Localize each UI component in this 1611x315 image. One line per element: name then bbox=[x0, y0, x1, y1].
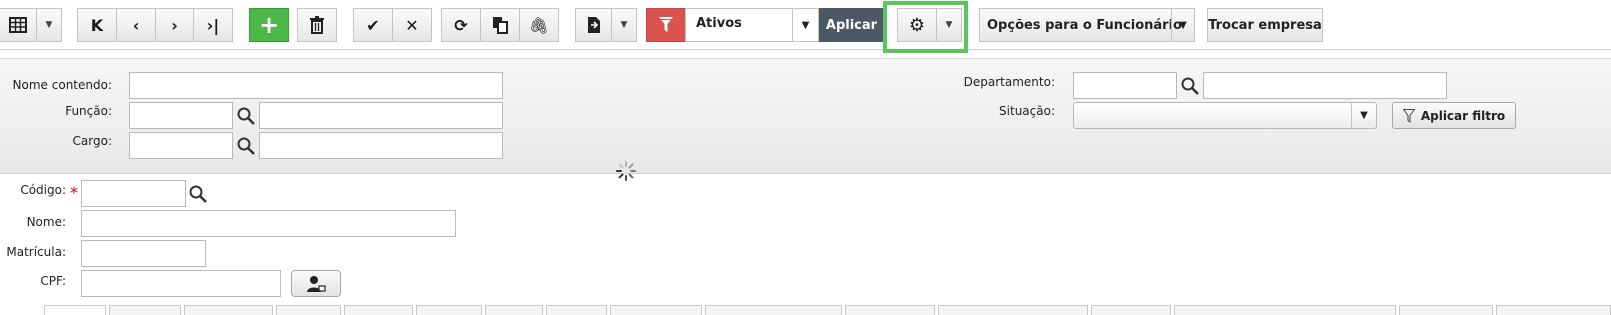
filter-toggle-button[interactable] bbox=[646, 8, 686, 42]
function-code-input[interactable] bbox=[129, 102, 233, 129]
tab[interactable] bbox=[44, 305, 106, 315]
settings-button[interactable]: ⚙ bbox=[897, 8, 937, 42]
funnel-icon bbox=[659, 17, 673, 32]
code-label: Código: bbox=[20, 183, 66, 197]
previous-record-button[interactable]: ‹ bbox=[116, 8, 156, 42]
registration-label: Matrícula: bbox=[6, 245, 66, 259]
status-select[interactable]: ▼ bbox=[1073, 102, 1377, 129]
department-code-input[interactable] bbox=[1073, 72, 1177, 99]
refresh-icon: ⟳ bbox=[454, 15, 468, 35]
tab[interactable] bbox=[546, 305, 607, 315]
tab[interactable] bbox=[109, 305, 181, 315]
filter-preset-caret[interactable]: ▼ bbox=[792, 9, 818, 41]
last-icon: ›| bbox=[206, 15, 220, 35]
delete-button[interactable] bbox=[297, 8, 337, 42]
department-filter-label: Departamento: bbox=[963, 75, 1055, 89]
report-dropdown[interactable]: ▼ bbox=[611, 8, 637, 42]
apply-button[interactable]: Aplicar bbox=[819, 8, 884, 42]
tab[interactable] bbox=[344, 305, 413, 315]
refresh-button[interactable]: ⟳ bbox=[441, 8, 481, 42]
cpf-input[interactable] bbox=[81, 270, 281, 297]
trash-icon bbox=[310, 16, 324, 34]
attach-button[interactable]: 🖇 bbox=[519, 8, 559, 42]
tab[interactable] bbox=[938, 305, 1088, 315]
function-description-input[interactable] bbox=[259, 102, 503, 129]
name-label: Nome: bbox=[26, 215, 66, 229]
last-record-button[interactable]: ›| bbox=[193, 8, 233, 42]
apply-label: Aplicar bbox=[825, 17, 878, 33]
employee-options-button[interactable]: Opções para o Funcionário ▼ bbox=[979, 8, 1195, 42]
name-filter-input[interactable] bbox=[129, 72, 503, 99]
tab[interactable] bbox=[845, 305, 935, 315]
function-search-icon[interactable] bbox=[236, 106, 256, 126]
position-search-icon[interactable] bbox=[236, 136, 256, 156]
department-search-icon[interactable] bbox=[1180, 76, 1200, 96]
cpf-lookup-button[interactable] bbox=[291, 270, 341, 297]
plus-icon: + bbox=[258, 11, 280, 39]
close-icon: ✕ bbox=[405, 15, 419, 35]
registration-input[interactable] bbox=[81, 240, 206, 267]
code-search-icon[interactable] bbox=[188, 184, 208, 204]
grid-icon bbox=[9, 17, 27, 33]
tab[interactable] bbox=[416, 305, 482, 315]
tab[interactable] bbox=[485, 305, 543, 315]
confirm-button[interactable]: ✔ bbox=[353, 8, 393, 42]
function-filter-label: Função: bbox=[65, 104, 112, 118]
apply-filter-button[interactable]: Aplicar filtro bbox=[1392, 102, 1516, 129]
status-select-caret[interactable]: ▼ bbox=[1351, 103, 1376, 128]
cancel-button[interactable]: ✕ bbox=[392, 8, 432, 42]
cpf-label: CPF: bbox=[40, 274, 66, 288]
status-filter-label: Situação: bbox=[999, 104, 1055, 118]
name-input[interactable] bbox=[81, 210, 456, 237]
tab[interactable] bbox=[1091, 305, 1171, 315]
document-export-icon bbox=[587, 17, 600, 33]
caret-down-icon: ▼ bbox=[945, 20, 953, 30]
chevron-left-icon: ‹ bbox=[132, 15, 140, 35]
tab[interactable] bbox=[1399, 305, 1493, 315]
funnel-outline-icon bbox=[1402, 108, 1415, 123]
settings-dropdown[interactable]: ▼ bbox=[936, 8, 962, 42]
position-filter-label: Cargo: bbox=[72, 134, 112, 148]
loading-spinner-icon bbox=[616, 161, 636, 181]
switch-company-button[interactable]: Trocar empresa bbox=[1207, 8, 1323, 42]
department-description-input[interactable] bbox=[1203, 72, 1447, 99]
position-code-input[interactable] bbox=[129, 132, 233, 159]
caret-down-icon: ▼ bbox=[620, 20, 628, 30]
tab[interactable] bbox=[1174, 305, 1396, 315]
first-record-button[interactable]: K bbox=[77, 8, 117, 42]
tab[interactable] bbox=[276, 305, 341, 315]
caret-down-icon: ▼ bbox=[45, 20, 53, 30]
grid-view-button[interactable] bbox=[0, 8, 37, 42]
filter-preset-value: Ativos bbox=[696, 16, 742, 31]
person-search-icon bbox=[307, 275, 326, 292]
report-button[interactable] bbox=[575, 8, 612, 42]
first-icon: K bbox=[90, 15, 104, 35]
filter-preset-select[interactable]: Ativos ▼ bbox=[685, 8, 819, 42]
required-indicator: * bbox=[70, 183, 78, 202]
next-record-button[interactable]: › bbox=[155, 8, 194, 42]
tab[interactable] bbox=[184, 305, 273, 315]
grid-view-dropdown[interactable]: ▼ bbox=[36, 8, 62, 42]
chevron-right-icon: › bbox=[171, 15, 178, 35]
check-icon: ✔ bbox=[366, 15, 380, 35]
position-description-input[interactable] bbox=[259, 132, 503, 159]
paperclip-icon: 🖇 bbox=[528, 15, 550, 35]
tab[interactable] bbox=[1496, 305, 1611, 315]
tab[interactable] bbox=[610, 305, 702, 315]
tab[interactable] bbox=[705, 305, 842, 315]
switch-company-label: Trocar empresa bbox=[1208, 17, 1322, 33]
apply-filter-label: Aplicar filtro bbox=[1420, 108, 1506, 123]
copy-icon bbox=[493, 17, 508, 34]
employee-options-label: Opções para o Funcionário bbox=[987, 18, 1182, 33]
code-input[interactable] bbox=[81, 180, 186, 207]
copy-button[interactable] bbox=[480, 8, 520, 42]
employee-options-caret[interactable]: ▼ bbox=[1171, 9, 1194, 41]
add-button[interactable]: + bbox=[249, 8, 289, 42]
gear-icon: ⚙ bbox=[908, 14, 926, 36]
name-filter-label: Nome contendo: bbox=[12, 78, 112, 92]
